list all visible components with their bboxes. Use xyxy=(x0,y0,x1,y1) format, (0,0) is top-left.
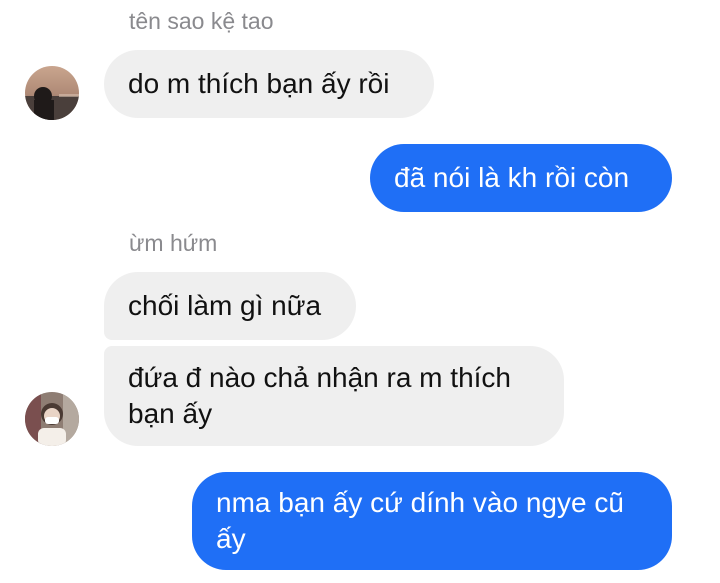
contact-avatar-icon[interactable] xyxy=(25,66,79,120)
sender-name: tên sao kệ tao xyxy=(129,8,274,34)
incoming-message-bubble[interactable]: chối làm gì nữa xyxy=(104,272,356,340)
outgoing-message-bubble[interactable]: nma bạn ấy cứ dính vào ngye cũ ấy xyxy=(192,472,672,570)
sender-name: ừm hứm xyxy=(129,230,218,256)
incoming-message-bubble[interactable]: đứa đ nào chả nhận ra m thích bạn ấy xyxy=(104,346,564,446)
contact-avatar-icon[interactable] xyxy=(25,392,79,446)
outgoing-message-bubble[interactable]: đã nói là kh rồi còn xyxy=(370,144,672,212)
incoming-message-bubble[interactable]: do m thích bạn ấy rồi xyxy=(104,50,434,118)
